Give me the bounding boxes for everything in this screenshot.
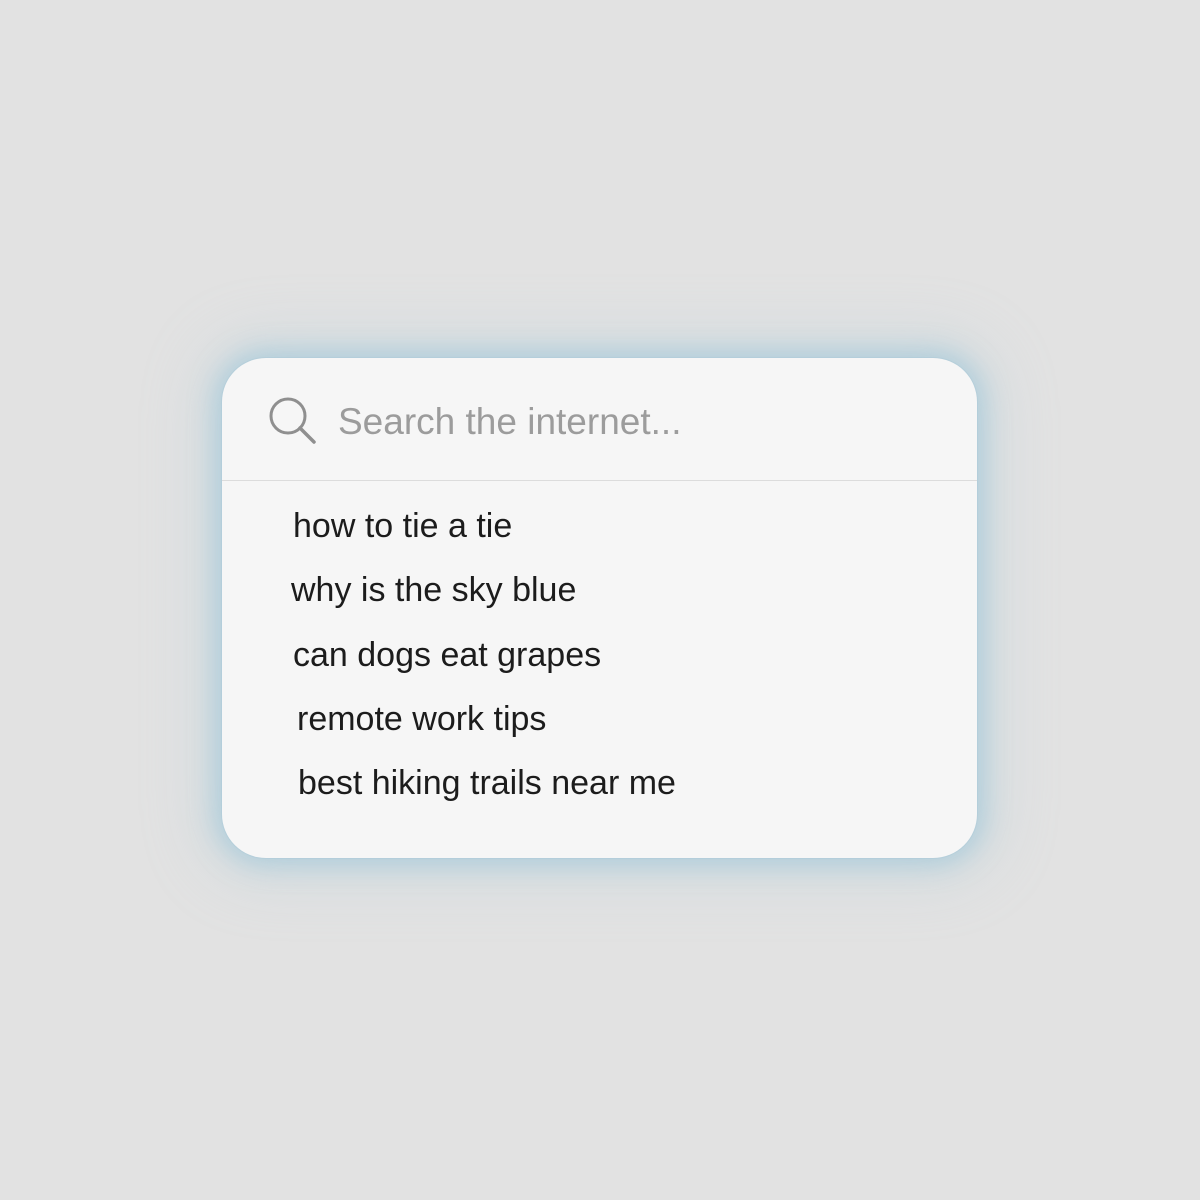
suggestion-item[interactable]: remote work tips <box>297 695 546 743</box>
suggestion-item[interactable]: can dogs eat grapes <box>293 631 601 679</box>
suggestion-item[interactable]: best hiking trails near me <box>298 759 676 807</box>
search-icon <box>268 396 318 446</box>
search-input[interactable] <box>338 394 918 450</box>
suggestion-item[interactable]: how to tie a tie <box>293 502 512 550</box>
search-bar <box>222 358 977 481</box>
suggestion-item[interactable]: why is the sky blue <box>291 566 576 614</box>
search-dropdown: how to tie a tie why is the sky blue can… <box>222 358 977 858</box>
